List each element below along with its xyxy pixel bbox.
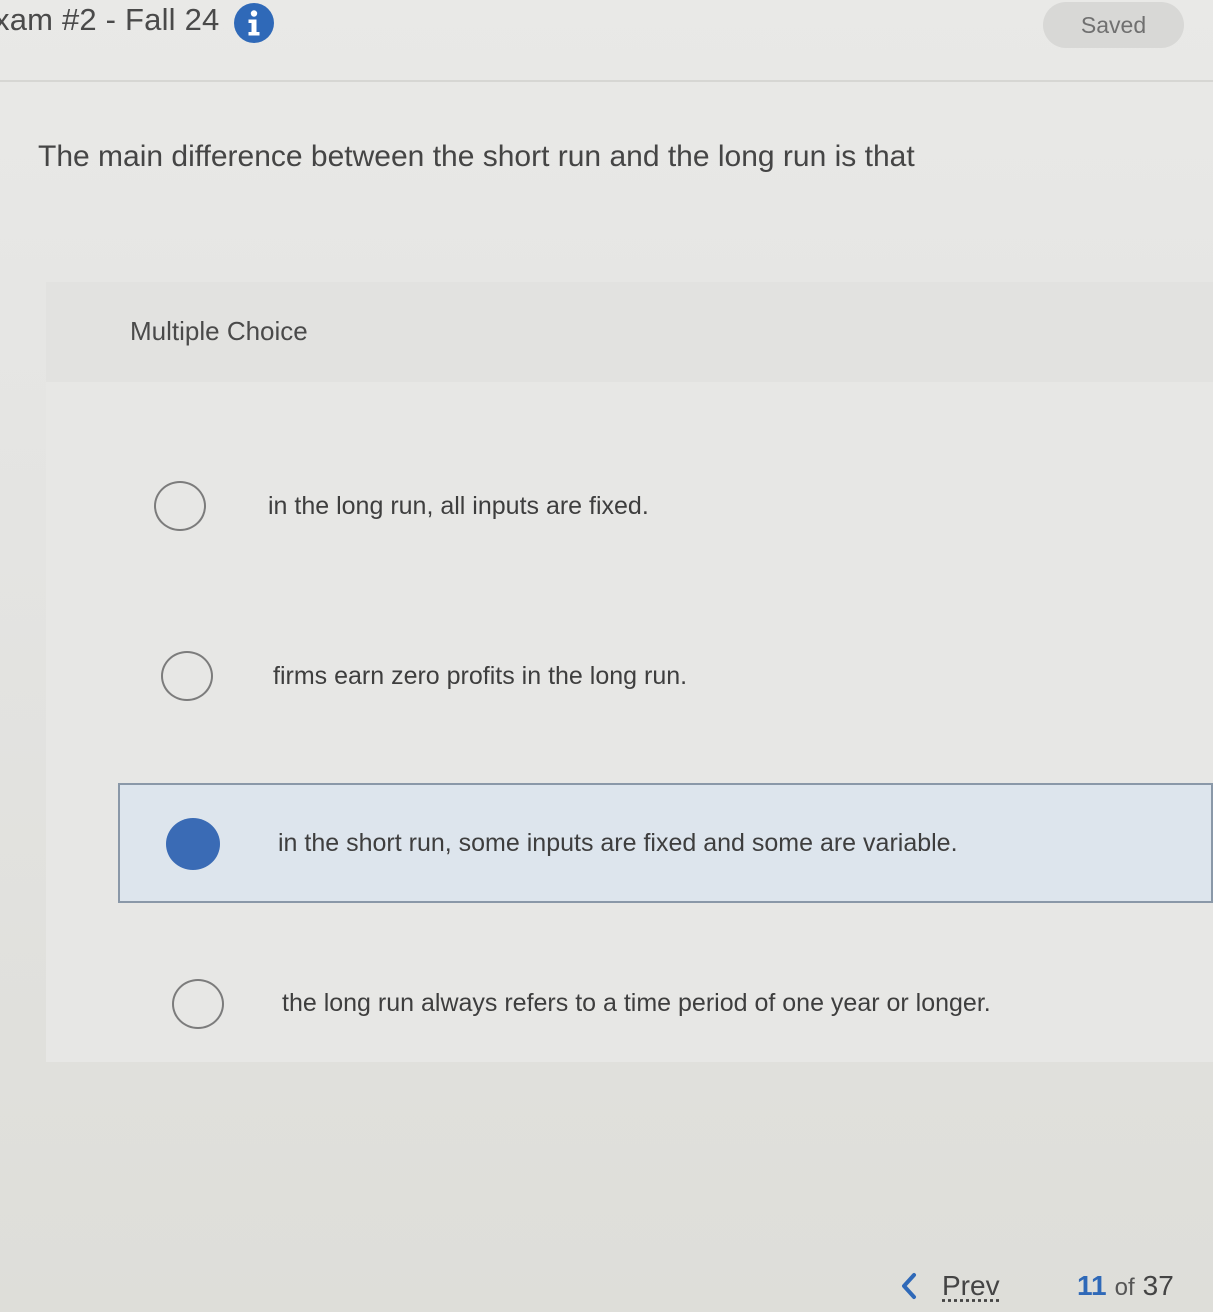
page-counter: 11 of 37 <box>1077 1270 1174 1302</box>
radio-button-3-selected[interactable] <box>166 818 220 870</box>
total-pages: 37 <box>1142 1270 1174 1301</box>
chevron-left-icon <box>902 1273 916 1299</box>
answer-option-2-label: firms earn zero profits in the long run. <box>273 662 688 690</box>
prev-button[interactable]: Prev <box>898 1268 1000 1304</box>
question-type-panel: Multiple Choice <box>46 282 1213 382</box>
answer-option-1-label: in the long run, all inputs are fixed. <box>268 492 649 520</box>
answer-option-1[interactable]: in the long run, all inputs are fixed. <box>108 448 1213 566</box>
current-page-number: 11 <box>1077 1270 1107 1301</box>
page-of-label: of <box>1114 1274 1135 1301</box>
exam-header: xam #2 - Fall 24 Saved <box>0 0 1213 82</box>
answer-option-4[interactable]: the long run always refers to a time per… <box>118 946 1213 1064</box>
answer-option-4-label: the long run always refers to a time per… <box>282 989 991 1017</box>
radio-button-4[interactable] <box>172 979 224 1029</box>
pagination-footer: Prev 11 of 37 <box>880 1262 1213 1312</box>
answer-option-2[interactable]: firms earn zero profits in the long run. <box>108 618 1213 736</box>
radio-button-1[interactable] <box>154 481 206 531</box>
info-icon[interactable] <box>234 3 274 43</box>
saved-status-badge: Saved <box>1043 2 1184 48</box>
prev-button-label: Prev <box>942 1270 1000 1301</box>
exam-title: xam #2 - Fall 24 <box>0 2 220 37</box>
answer-option-3[interactable]: in the short run, some inputs are fixed … <box>118 783 1213 903</box>
question-prompt: The main difference between the short ru… <box>38 140 915 173</box>
radio-button-2[interactable] <box>161 651 213 701</box>
question-type-label: Multiple Choice <box>130 316 308 346</box>
answer-option-3-label: in the short run, some inputs are fixed … <box>278 829 958 857</box>
